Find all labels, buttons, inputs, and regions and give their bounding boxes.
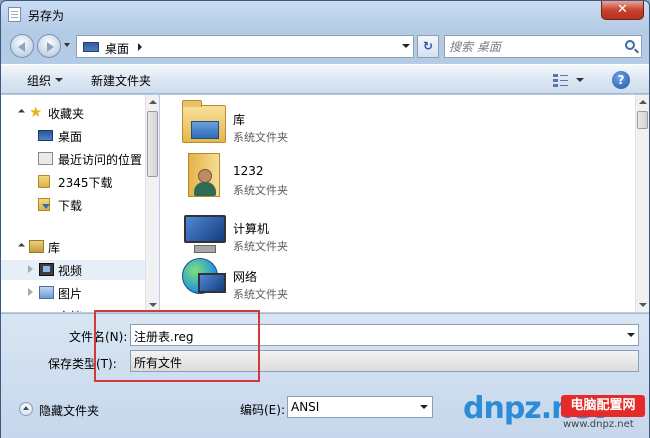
file-type: 系统文件夹 xyxy=(233,131,288,144)
collapse-arrow-icon[interactable] xyxy=(28,288,33,296)
encoding-select[interactable]: ANSI xyxy=(287,396,433,418)
highlight-annotation-box xyxy=(94,310,260,382)
scroll-up-icon[interactable] xyxy=(636,95,649,109)
organize-dropdown-icon[interactable] xyxy=(55,78,63,82)
network-monitor xyxy=(198,273,226,293)
nav-item-label: 桌面 xyxy=(58,130,83,144)
nav-item-downloads[interactable]: 下载 xyxy=(1,195,145,215)
breadcrumb-desktop[interactable]: 桌面 xyxy=(105,40,129,57)
star-icon: ★ xyxy=(29,103,43,121)
navigation-pane: ★ 收藏夹 桌面 最近访问的位置 2345下载 下载 库 视频 图片 xyxy=(1,95,159,312)
nav-item-label: 最近访问的位置 xyxy=(58,153,143,167)
computer-icon xyxy=(184,215,226,243)
nav-item-pictures[interactable]: 图片 xyxy=(1,283,145,303)
file-list-pane: 库 系统文件夹 1232 系统文件夹 计算机 系统文件夹 网络 系统文件夹 xyxy=(160,95,649,312)
forward-button[interactable] xyxy=(37,34,61,58)
nav-item-2345-downloads[interactable]: 2345下载 xyxy=(1,172,145,192)
computer-base xyxy=(194,245,216,253)
picture-icon xyxy=(39,286,54,299)
file-scrollbar[interactable] xyxy=(635,95,649,312)
collapse-arrow-icon[interactable] xyxy=(28,265,33,273)
encoding-dropdown-icon[interactable] xyxy=(420,405,428,409)
encoding-value[interactable]: ANSI xyxy=(291,400,319,414)
download-folder-icon xyxy=(38,198,50,211)
nav-item-recent-places[interactable]: 最近访问的位置 xyxy=(1,149,145,169)
file-type: 系统文件夹 xyxy=(233,288,288,301)
collapse-up-icon[interactable] xyxy=(19,402,33,416)
desktop-icon xyxy=(38,130,53,141)
new-folder-button[interactable]: 新建文件夹 xyxy=(91,72,151,89)
nav-item-label: 2345下载 xyxy=(58,176,113,190)
recent-places-icon xyxy=(38,152,53,165)
scroll-thumb[interactable] xyxy=(147,111,158,177)
refresh-button[interactable]: ↻ xyxy=(417,35,439,58)
file-item-network[interactable]: 网络 系统文件夹 xyxy=(180,255,380,305)
help-icon[interactable]: ? xyxy=(612,71,630,89)
scroll-down-icon[interactable] xyxy=(636,298,649,312)
organize-button[interactable]: 组织 xyxy=(27,72,51,89)
file-name: 1232 xyxy=(233,164,264,178)
nav-item-label: 收藏夹 xyxy=(48,107,85,121)
encoding-label: 编码(E): xyxy=(240,403,285,417)
back-button[interactable] xyxy=(10,34,34,58)
window-title: 另存为 xyxy=(28,9,65,23)
nav-item-label: 下载 xyxy=(58,199,83,213)
site-watermark: dnpz.net 电脑配置网 www.dnpz.net xyxy=(463,389,650,437)
title-bar: 另存为 ✕ xyxy=(1,1,649,29)
nav-item-label: 视频 xyxy=(58,264,83,278)
close-button[interactable]: ✕ xyxy=(601,1,644,20)
nav-item-label: 文档 xyxy=(58,308,82,312)
folder-icon xyxy=(38,175,50,188)
save-as-dialog: 另存为 ✕ 桌面 ↻ 组织 新建文件夹 ? ★ 收藏夹 xyxy=(0,0,650,438)
nav-item-label: 图片 xyxy=(58,287,83,301)
expand-arrow-icon[interactable] xyxy=(17,108,26,117)
address-bar[interactable]: 桌面 xyxy=(76,35,414,58)
user-avatar-body xyxy=(194,182,216,196)
nav-item-videos[interactable]: 视频 xyxy=(1,260,145,280)
scroll-thumb[interactable] xyxy=(637,111,648,129)
notepad-icon xyxy=(8,7,21,22)
file-type: 系统文件夹 xyxy=(233,184,288,197)
nav-scrollbar[interactable] xyxy=(145,95,159,312)
filename-dropdown-icon[interactable] xyxy=(627,333,635,337)
file-name: 库 xyxy=(233,113,246,127)
expand-arrow-icon[interactable] xyxy=(17,242,26,251)
nav-item-favorites[interactable]: ★ 收藏夹 xyxy=(1,103,145,123)
search-input[interactable] xyxy=(449,38,617,55)
address-dropdown[interactable] xyxy=(398,36,413,57)
nav-item-label: 库 xyxy=(48,241,61,255)
view-dropdown-icon[interactable] xyxy=(576,78,584,82)
nav-item-desktop[interactable]: 桌面 xyxy=(1,126,145,146)
watermark-tag: 电脑配置网 xyxy=(561,395,645,417)
watermark-url: www.dnpz.net xyxy=(563,419,634,430)
library-folder-icon xyxy=(182,100,226,143)
breadcrumb-arrow-icon[interactable] xyxy=(138,43,142,51)
search-box[interactable] xyxy=(444,35,642,58)
file-item-user[interactable]: 1232 系统文件夹 xyxy=(180,151,380,201)
file-type: 系统文件夹 xyxy=(233,240,288,253)
file-item-libraries[interactable]: 库 系统文件夹 xyxy=(180,98,380,148)
nav-item-libraries[interactable]: 库 xyxy=(1,237,145,257)
scroll-up-icon[interactable] xyxy=(146,95,159,109)
search-icon[interactable] xyxy=(625,40,635,50)
file-name: 网络 xyxy=(233,270,258,284)
library-icon xyxy=(29,240,44,253)
file-item-computer[interactable]: 计算机 系统文件夹 xyxy=(180,207,380,257)
hide-folders-label[interactable]: 隐藏文件夹 xyxy=(39,402,99,419)
address-row: 桌面 ↻ xyxy=(1,31,649,61)
view-options-icon[interactable] xyxy=(553,73,569,87)
file-name: 计算机 xyxy=(233,222,270,236)
toolbar: 组织 新建文件夹 ? xyxy=(1,64,649,94)
recent-locations-dropdown[interactable] xyxy=(64,43,70,47)
video-icon xyxy=(39,263,54,276)
user-avatar-icon xyxy=(198,169,212,183)
desktop-icon xyxy=(83,42,99,52)
